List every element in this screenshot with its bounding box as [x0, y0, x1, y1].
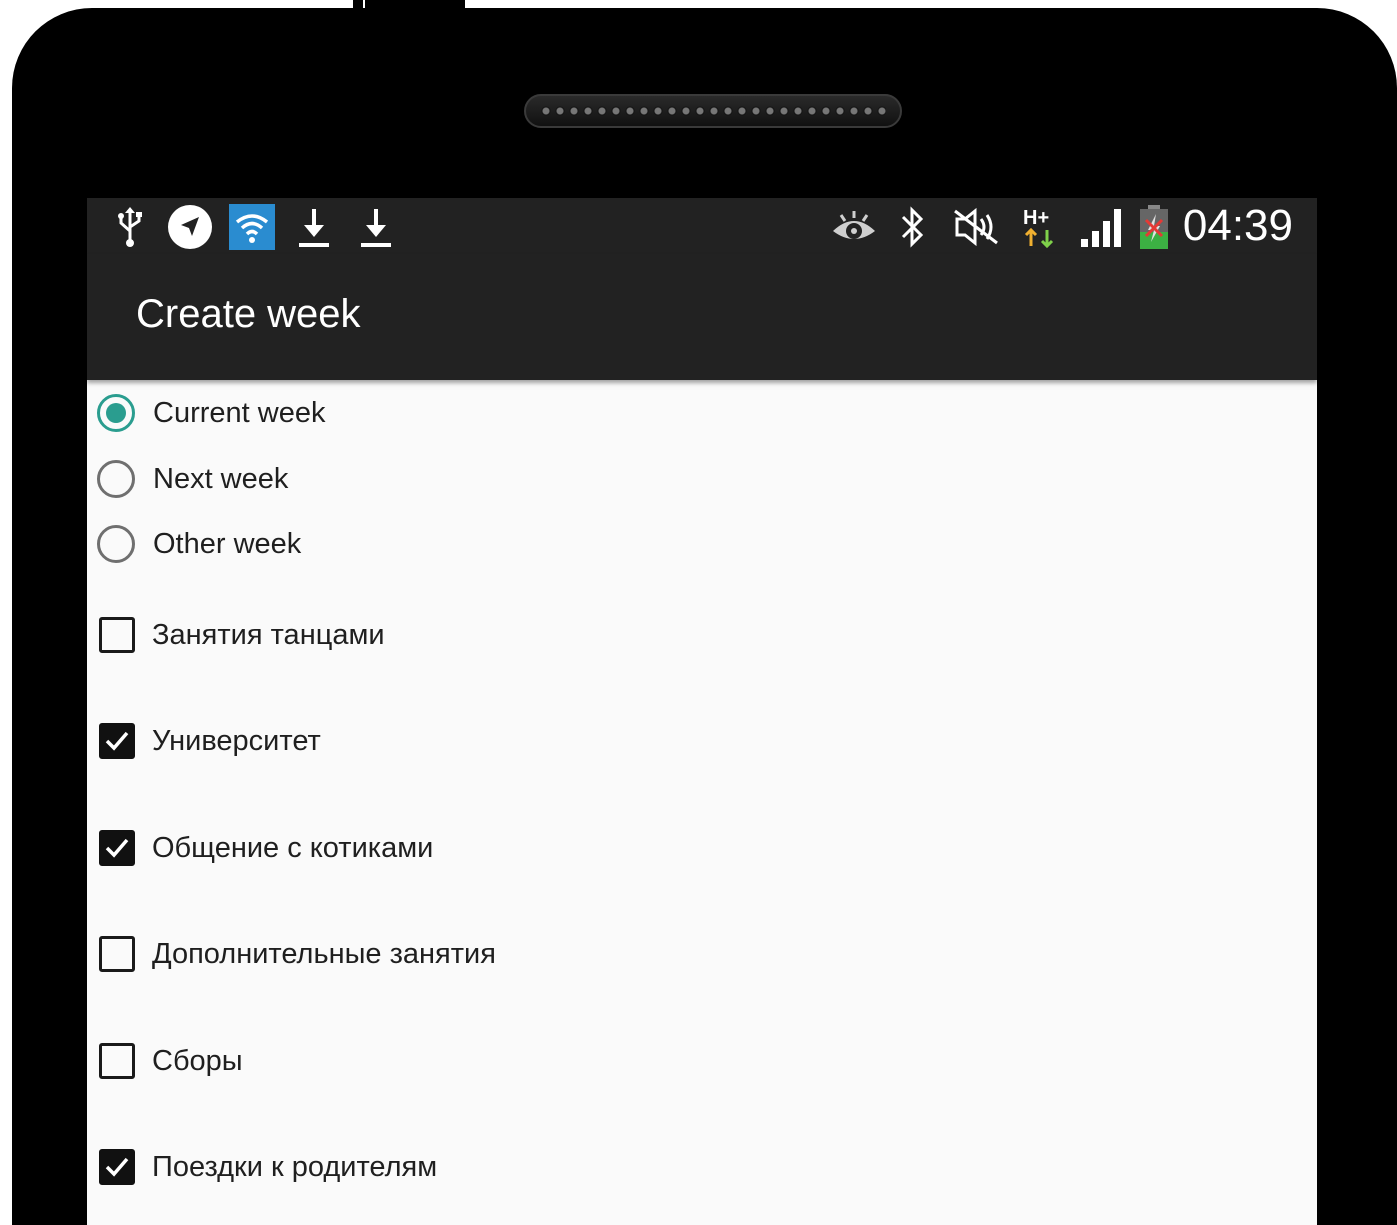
signal-icon	[1079, 204, 1127, 250]
download-icon	[297, 204, 331, 250]
radio-label: Next week	[153, 462, 289, 495]
status-bar: H+ 04:39	[87, 198, 1317, 254]
check-icon	[105, 838, 129, 858]
checkbox-checked[interactable]	[99, 723, 135, 759]
radio-button[interactable]	[97, 525, 135, 563]
usb-icon	[115, 204, 145, 250]
checkbox-row-cats[interactable]: Общение с котиками	[99, 818, 433, 878]
download-icon	[359, 204, 393, 250]
checkbox-checked[interactable]	[99, 1149, 135, 1185]
speaker-holes	[540, 105, 886, 117]
checkbox-label: Сборы	[152, 1044, 243, 1077]
radio-next-week[interactable]: Next week	[97, 449, 288, 509]
stage: H+ 04:39 Create week Current week Next w…	[0, 0, 1397, 1225]
phone-screen: H+ 04:39 Create week Current week Next w…	[87, 198, 1317, 1225]
battery-icon	[1137, 204, 1171, 250]
checkbox-row-parents-trips[interactable]: Поездки к родителям	[99, 1137, 437, 1197]
hplus-data-icon: H+	[1021, 204, 1061, 250]
checkbox-label: Университет	[152, 724, 321, 757]
checkbox[interactable]	[99, 936, 135, 972]
checkbox[interactable]	[99, 617, 135, 653]
eye-icon	[829, 204, 879, 250]
radio-current-week[interactable]: Current week	[97, 383, 325, 443]
radio-label: Current week	[153, 396, 326, 429]
checkbox-checked[interactable]	[99, 830, 135, 866]
radio-other-week[interactable]: Other week	[97, 514, 301, 574]
page-title: Create week	[136, 292, 361, 336]
mute-icon	[951, 204, 1003, 250]
check-icon	[105, 731, 129, 751]
app-bar: Create week	[87, 254, 1317, 380]
bluetooth-icon	[897, 204, 927, 250]
checkbox[interactable]	[99, 1043, 135, 1079]
checkbox-label: Общение с котиками	[152, 831, 434, 864]
checkbox-row-university[interactable]: Университет	[99, 711, 321, 771]
check-icon	[105, 1157, 129, 1177]
wifi-icon	[229, 204, 275, 250]
navigation-icon	[167, 204, 213, 250]
checkbox-row-extra-classes[interactable]: Дополнительные занятия	[99, 924, 496, 984]
status-clock: 04:39	[1182, 201, 1293, 250]
radio-label: Other week	[153, 527, 302, 560]
checkbox-label: Дополнительные занятия	[152, 937, 496, 970]
radio-button-selected[interactable]	[97, 394, 135, 432]
speaker-grille	[524, 94, 902, 128]
checkbox-label: Поездки к родителям	[152, 1150, 438, 1183]
checkbox-row-training-camp[interactable]: Сборы	[99, 1031, 243, 1091]
radio-button[interactable]	[97, 460, 135, 498]
svg-text:H+: H+	[1023, 207, 1049, 229]
checkbox-label: Занятия танцами	[152, 618, 385, 651]
checkbox-row-dancing[interactable]: Занятия танцами	[99, 605, 385, 665]
